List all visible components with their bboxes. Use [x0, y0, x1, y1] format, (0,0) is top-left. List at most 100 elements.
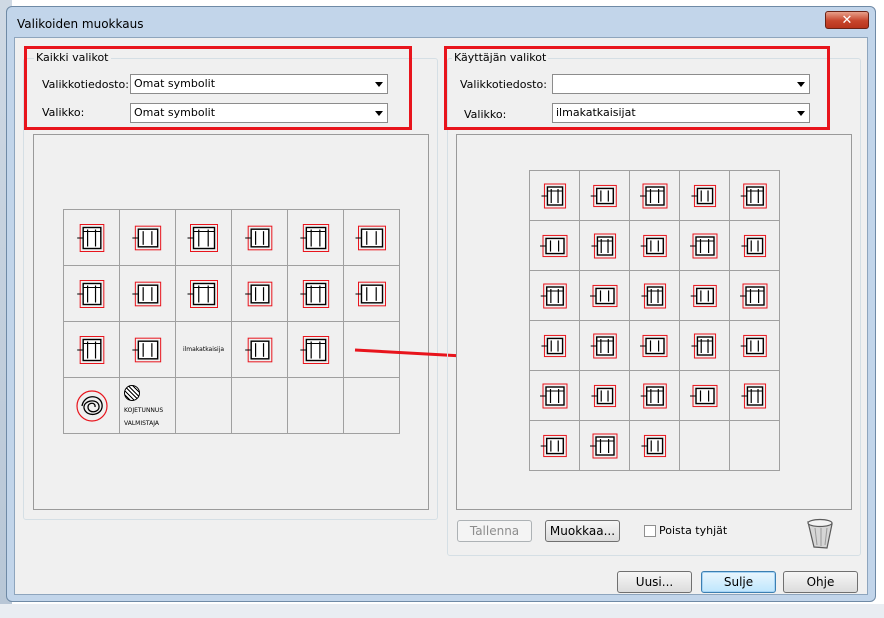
symbol-cell[interactable] — [176, 210, 232, 266]
scribble-symbol-icon — [75, 389, 108, 422]
right-header-highlight — [444, 46, 830, 130]
breaker-symbol-icon — [739, 283, 767, 308]
symbol-cell[interactable]: KOJETUNNUS VALMISTAJA — [120, 378, 176, 434]
symbol-cell[interactable] — [64, 378, 120, 434]
trash-icon[interactable] — [802, 516, 838, 552]
symbol-cell[interactable] — [232, 266, 288, 322]
symbol-text-label: VALMISTAJA — [124, 419, 159, 427]
breaker-symbol-icon — [639, 183, 667, 208]
symbol-cell[interactable] — [580, 371, 630, 421]
symbol-cell[interactable] — [730, 371, 780, 421]
all-menus-symbol-grid: ilmakatkaisija KOJETUNNUS VALMISTAJA — [63, 209, 400, 434]
remove-empty-checkbox[interactable] — [644, 525, 656, 537]
left-header-highlight — [24, 46, 412, 130]
symbol-cell[interactable] — [120, 266, 176, 322]
desktop-taskbar-strip — [0, 604, 884, 618]
symbol-cell[interactable] — [580, 421, 630, 471]
symbol-cell[interactable]: ilmakatkaisija — [176, 322, 232, 378]
breaker-symbol-icon — [639, 334, 667, 357]
symbol-cell[interactable] — [64, 322, 120, 378]
breaker-symbol-icon — [640, 434, 666, 457]
symbol-cell[interactable] — [680, 171, 730, 221]
symbol-cell[interactable] — [530, 421, 580, 471]
symbol-cell[interactable] — [530, 321, 580, 371]
symbol-cell[interactable] — [344, 210, 400, 266]
symbol-cell[interactable] — [232, 322, 288, 378]
close-window-button[interactable]: ✕ — [825, 11, 869, 29]
breaker-symbol-icon — [244, 337, 272, 362]
symbol-cell[interactable] — [730, 221, 780, 271]
breaker-symbol-icon — [76, 279, 104, 308]
breaker-symbol-icon — [540, 283, 567, 308]
symbol-cell[interactable] — [530, 221, 580, 271]
symbol-cell[interactable] — [680, 371, 730, 421]
symbol-cell[interactable] — [64, 210, 120, 266]
symbol-text-label: ilmakatkaisija — [182, 346, 225, 353]
edit-button[interactable]: Muokkaa... — [545, 520, 620, 542]
symbol-cell[interactable] — [630, 321, 680, 371]
symbol-cell[interactable] — [530, 371, 580, 421]
symbol-cell[interactable] — [64, 266, 120, 322]
symbol-cell[interactable] — [344, 378, 400, 434]
breaker-symbol-icon — [131, 225, 161, 250]
symbol-cell[interactable] — [730, 271, 780, 321]
symbol-cell[interactable] — [232, 210, 288, 266]
symbol-cell[interactable] — [288, 210, 344, 266]
symbol-cell[interactable] — [288, 266, 344, 322]
breaker-symbol-icon — [244, 281, 272, 306]
breaker-symbol-icon — [355, 281, 386, 306]
symbol-cell[interactable] — [580, 271, 630, 321]
symbol-cell[interactable] — [176, 378, 232, 434]
breaker-symbol-icon — [690, 333, 716, 358]
user-menus-symbol-grid — [529, 170, 780, 471]
close-button[interactable]: Sulje — [701, 571, 776, 593]
symbol-cell[interactable] — [630, 221, 680, 271]
symbol-cell[interactable] — [730, 171, 780, 221]
breaker-symbol-icon — [690, 284, 717, 307]
breaker-symbol-icon — [740, 234, 766, 257]
symbol-cell[interactable] — [580, 171, 630, 221]
breaker-symbol-icon — [589, 284, 617, 307]
symbol-cell[interactable] — [680, 321, 730, 371]
breaker-symbol-icon — [640, 383, 667, 408]
symbol-cell[interactable] — [120, 322, 176, 378]
breaker-symbol-icon — [689, 233, 717, 258]
symbol-cell[interactable] — [680, 421, 730, 471]
window-title: Valikoiden muokkaus — [17, 17, 144, 31]
symbol-cell[interactable] — [680, 271, 730, 321]
symbol-cell[interactable] — [120, 210, 176, 266]
save-button[interactable]: Tallenna — [457, 520, 532, 542]
symbol-cell[interactable] — [580, 221, 630, 271]
breaker-symbol-icon — [690, 184, 716, 207]
breaker-symbol-icon — [244, 225, 272, 250]
symbol-cell[interactable] — [530, 271, 580, 321]
symbol-cell[interactable] — [680, 221, 730, 271]
breaker-symbol-icon — [540, 434, 567, 457]
symbol-cell[interactable] — [288, 378, 344, 434]
symbol-cell[interactable] — [630, 421, 680, 471]
breaker-symbol-icon — [539, 234, 567, 257]
title-bar[interactable]: Valikoiden muokkaus ✕ — [7, 7, 875, 37]
symbol-cell[interactable] — [730, 421, 780, 471]
symbol-cell[interactable] — [580, 321, 630, 371]
symbol-cell[interactable] — [232, 378, 288, 434]
breaker-symbol-icon — [539, 383, 567, 408]
symbol-cell[interactable] — [288, 322, 344, 378]
breaker-symbol-icon — [299, 223, 329, 252]
breaker-symbol-icon — [590, 184, 617, 207]
new-button[interactable]: Uusi... — [617, 571, 692, 593]
symbol-cell[interactable] — [530, 171, 580, 221]
breaker-symbol-icon — [590, 333, 617, 358]
symbol-cell[interactable] — [730, 321, 780, 371]
symbol-cell[interactable] — [630, 271, 680, 321]
breaker-symbol-icon — [590, 384, 616, 407]
breaker-symbol-icon — [540, 334, 566, 357]
breaker-symbol-icon — [740, 383, 766, 408]
symbol-cell[interactable] — [630, 371, 680, 421]
close-icon: ✕ — [841, 13, 853, 28]
symbol-cell[interactable] — [630, 171, 680, 221]
symbol-cell[interactable] — [176, 266, 232, 322]
symbol-cell[interactable] — [344, 266, 400, 322]
device-marker-icon — [124, 384, 140, 401]
help-button[interactable]: Ohje — [783, 571, 858, 593]
